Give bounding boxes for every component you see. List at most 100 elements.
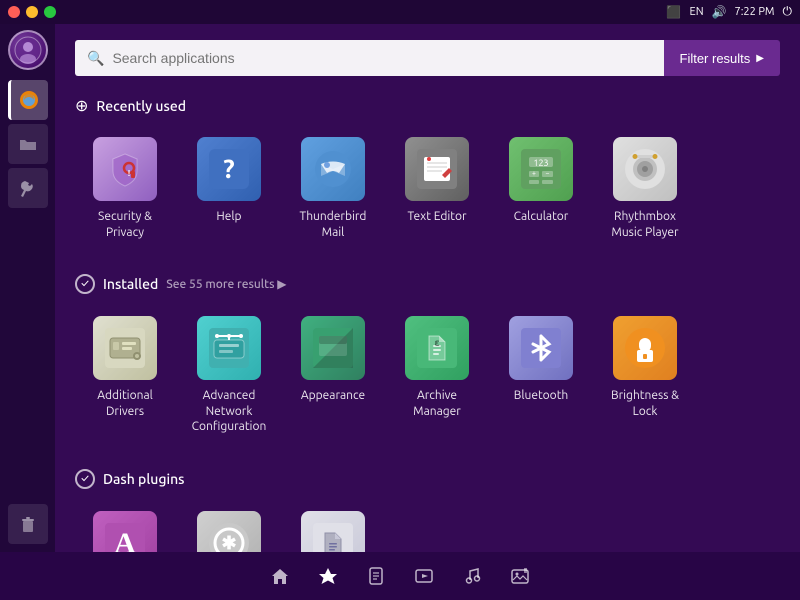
- bluetooth-icon: [509, 316, 573, 380]
- app-thunderbird[interactable]: Thunderbird Mail: [283, 127, 383, 250]
- top-bar: ⬛ EN 🔊 7:22 PM ⏻: [0, 0, 800, 24]
- language-indicator[interactable]: EN: [690, 6, 704, 18]
- minimize-button[interactable]: [26, 6, 38, 18]
- app-security-privacy[interactable]: ! Security & Privacy: [75, 127, 175, 250]
- sidebar-item-trash[interactable]: [8, 504, 48, 544]
- help-icon: ?: [197, 137, 261, 201]
- dash-plugins-grid: A Applications ✱ Commands: [75, 501, 780, 552]
- dash-plugins-header: ✓ Dash plugins: [75, 469, 780, 489]
- dash-plugins-check-icon: ✓: [75, 469, 95, 489]
- files-folders-icon: [301, 511, 365, 552]
- filter-button[interactable]: Filter results ▶: [664, 40, 781, 76]
- files-icon: [366, 566, 386, 586]
- svg-text:?: ?: [223, 154, 234, 183]
- volume-icon[interactable]: 🔊: [712, 5, 727, 19]
- text-editor-label: Text Editor: [407, 209, 466, 225]
- dash-icon: [318, 566, 338, 586]
- photos-icon: [510, 566, 530, 586]
- help-label: Help: [216, 209, 241, 225]
- app-archive-manager[interactable]: ε Archive Manager: [387, 306, 487, 445]
- taskbar-photos[interactable]: [508, 564, 532, 588]
- app-commands[interactable]: ✱ Commands: [179, 501, 279, 552]
- app-bluetooth[interactable]: Bluetooth: [491, 306, 591, 445]
- main-content: 🔍 Filter results ▶ ⊕ Recently used ! Sec…: [55, 24, 800, 552]
- svg-text:ε: ε: [434, 337, 439, 348]
- svg-text:!: !: [128, 169, 130, 178]
- advanced-network-icon: [197, 316, 261, 380]
- text-editor-icon: [405, 137, 469, 201]
- brightness-lock-label: Brightness & Lock: [601, 388, 689, 419]
- appearance-icon: [301, 316, 365, 380]
- app-additional-drivers[interactable]: Additional Drivers: [75, 306, 175, 445]
- app-text-editor[interactable]: Text Editor: [387, 127, 487, 250]
- applications-icon: A: [93, 511, 157, 552]
- security-privacy-label: Security & Privacy: [81, 209, 169, 240]
- app-help[interactable]: ? Help: [179, 127, 279, 250]
- filter-arrow-icon: ▶: [756, 53, 764, 64]
- rhythmbox-icon: [613, 137, 677, 201]
- close-button[interactable]: [8, 6, 20, 18]
- svg-text:−: −: [546, 170, 550, 178]
- calculator-label: Calculator: [514, 209, 569, 225]
- installed-label: Installed: [103, 276, 158, 292]
- taskbar-dash[interactable]: [316, 564, 340, 588]
- app-advanced-network[interactable]: Advanced Network Configuration: [179, 306, 279, 445]
- sidebar-item-firefox[interactable]: [8, 80, 48, 120]
- clock: 7:22 PM: [735, 6, 775, 18]
- trash-icon: [17, 513, 39, 535]
- power-icon[interactable]: ⏻: [783, 5, 793, 19]
- app-applications[interactable]: A Applications: [75, 501, 175, 552]
- app-calculator[interactable]: 123 + − Calculator: [491, 127, 591, 250]
- sidebar-item-folder[interactable]: [8, 124, 48, 164]
- appearance-label: Appearance: [301, 388, 365, 404]
- see-more-text: See 55 more results: [166, 278, 274, 291]
- firefox-icon: [18, 89, 40, 111]
- search-input[interactable]: [112, 50, 651, 66]
- home-icon: [270, 566, 290, 586]
- rhythmbox-label: Rhythmbox Music Player: [601, 209, 689, 240]
- calculator-icon: 123 + −: [509, 137, 573, 201]
- media-icon: [414, 566, 434, 586]
- search-box[interactable]: 🔍: [75, 40, 664, 76]
- sidebar-item-settings[interactable]: [8, 168, 48, 208]
- music-icon: [462, 566, 482, 586]
- additional-drivers-icon: [93, 316, 157, 380]
- folder-icon: [17, 133, 39, 155]
- installed-grid: Additional Drivers Advanced Network Conf…: [75, 306, 780, 445]
- recently-used-icon: ⊕: [75, 96, 88, 115]
- maximize-button[interactable]: [44, 6, 56, 18]
- brightness-lock-icon: [613, 316, 677, 380]
- recently-used-grid: ! Security & Privacy ? Help: [75, 127, 780, 250]
- system-tray: ⬛ EN 🔊 7:22 PM ⏻: [666, 4, 792, 20]
- taskbar-media[interactable]: [412, 564, 436, 588]
- taskbar-home[interactable]: [268, 564, 292, 588]
- app-rhythmbox[interactable]: Rhythmbox Music Player: [595, 127, 695, 250]
- installed-header: ✓ Installed See 55 more results ▶: [75, 274, 780, 294]
- dash-plugins-label: Dash plugins: [103, 471, 184, 487]
- taskbar: [0, 552, 800, 600]
- see-more-link[interactable]: See 55 more results ▶: [166, 277, 286, 291]
- monitor-icon[interactable]: ⬛: [666, 4, 682, 20]
- svg-text:✱: ✱: [221, 533, 236, 552]
- taskbar-files[interactable]: [364, 564, 388, 588]
- avatar-icon: [14, 36, 42, 64]
- additional-drivers-label: Additional Drivers: [81, 388, 169, 419]
- commands-icon: ✱: [197, 511, 261, 552]
- advanced-network-label: Advanced Network Configuration: [185, 388, 273, 435]
- filter-label: Filter results: [680, 51, 751, 66]
- bluetooth-label: Bluetooth: [514, 388, 569, 404]
- wrench-icon: [17, 177, 39, 199]
- recently-used-label: Recently used: [96, 98, 186, 114]
- app-files-folders[interactable]: Files & Folders: [283, 501, 383, 552]
- window-controls: [8, 6, 56, 18]
- recently-used-header: ⊕ Recently used: [75, 96, 780, 115]
- security-privacy-icon: !: [93, 137, 157, 201]
- app-brightness-lock[interactable]: Brightness & Lock: [595, 306, 695, 445]
- avatar[interactable]: [8, 30, 48, 70]
- svg-text:A: A: [114, 527, 136, 552]
- sidebar: [0, 24, 55, 552]
- app-appearance[interactable]: Appearance: [283, 306, 383, 445]
- search-icon: 🔍: [87, 50, 104, 67]
- taskbar-music[interactable]: [460, 564, 484, 588]
- thunderbird-icon: [301, 137, 365, 201]
